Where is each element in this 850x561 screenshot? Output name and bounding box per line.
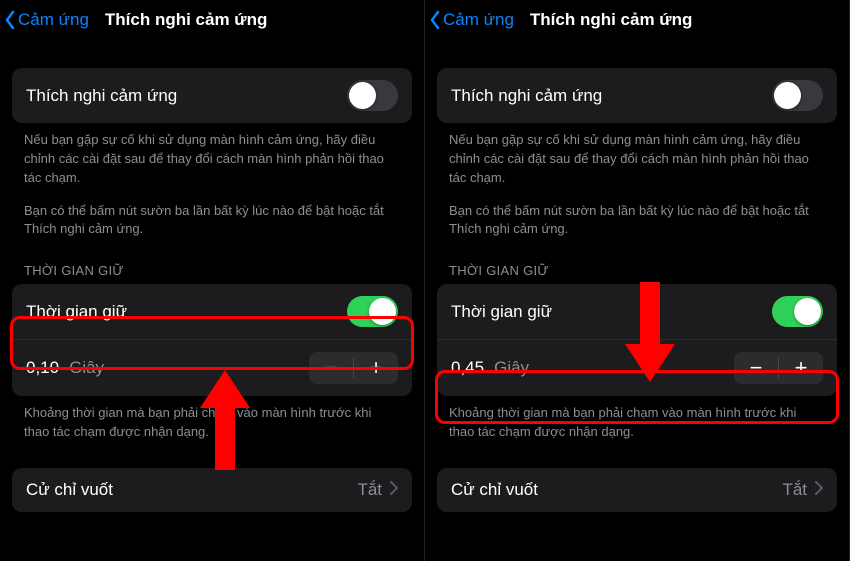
pane-right: Cảm ứng Thích nghi cảm ứng Thích nghi cả…: [425, 0, 850, 561]
hold-duration-value: 0,10 Giây: [26, 358, 104, 378]
hold-duration-unit: Giây: [69, 358, 104, 378]
back-label: Cảm ứng: [18, 10, 89, 30]
touch-accommodation-cell: Thích nghi cảm ứng: [12, 68, 412, 123]
touch-accommodation-cell: Thích nghi cảm ứng: [437, 68, 837, 123]
swipe-gestures-label: Cử chỉ vuốt: [451, 480, 538, 500]
hold-duration-value: 0,45 Giây: [451, 358, 529, 378]
hold-duration-stepper: − +: [309, 352, 398, 384]
hold-duration-value-row: 0,45 Giây − +: [437, 340, 837, 396]
hold-duration-number: 0,45: [451, 358, 484, 378]
stepper-minus-button[interactable]: −: [309, 352, 353, 384]
touch-accommodation-desc2: Bạn có thể bấm nút sườn ba lần bất kỳ lú…: [425, 188, 849, 240]
touch-accommodation-switch[interactable]: [347, 80, 398, 111]
hold-duration-stepper: − +: [734, 352, 823, 384]
touch-accommodation-desc1: Nếu bạn gặp sự cố khi sử dụng màn hình c…: [0, 123, 424, 188]
pane-left: Cảm ứng Thích nghi cảm ứng Thích nghi cả…: [0, 0, 425, 561]
hold-duration-header: THỜI GIAN GIỮ: [0, 239, 424, 284]
hold-duration-switch[interactable]: [772, 296, 823, 327]
hold-duration-group: Thời gian giữ 0,45 Giây − +: [437, 284, 837, 396]
chevron-right-icon: [390, 480, 398, 500]
navbar: Cảm ứng Thích nghi cảm ứng: [0, 0, 424, 40]
stepper-plus-button[interactable]: +: [354, 352, 398, 384]
hold-duration-group: Thời gian giữ 0,10 Giây − +: [12, 284, 412, 396]
hold-duration-header: THỜI GIAN GIỮ: [425, 239, 849, 284]
hold-duration-switch[interactable]: [347, 296, 398, 327]
hold-duration-label: Thời gian giữ: [26, 302, 127, 322]
swipe-gestures-label: Cử chỉ vuốt: [26, 480, 113, 500]
swipe-gestures-value: Tắt: [357, 480, 382, 500]
hold-duration-label: Thời gian giữ: [451, 302, 552, 322]
hold-duration-desc: Khoảng thời gian mà bạn phải chạm vào mà…: [425, 396, 849, 442]
chevron-right-icon: [815, 480, 823, 500]
hold-duration-unit: Giây: [494, 358, 529, 378]
hold-duration-value-row: 0,10 Giây − +: [12, 340, 412, 396]
page-title: Thích nghi cảm ứng: [530, 10, 692, 30]
page-title: Thích nghi cảm ứng: [105, 10, 267, 30]
stepper-plus-button[interactable]: +: [779, 352, 823, 384]
swipe-gestures-value: Tắt: [782, 480, 807, 500]
hold-duration-desc: Khoảng thời gian mà bạn phải chạm vào mà…: [0, 396, 424, 442]
stepper-minus-button[interactable]: −: [734, 352, 778, 384]
swipe-gestures-right: Tắt: [782, 480, 823, 500]
hold-duration-row: Thời gian giữ: [437, 284, 837, 340]
swipe-gestures-cell[interactable]: Cử chỉ vuốt Tắt: [12, 468, 412, 512]
touch-accommodation-switch[interactable]: [772, 80, 823, 111]
back-button[interactable]: Cảm ứng: [4, 10, 89, 30]
hold-duration-row: Thời gian giữ: [12, 284, 412, 340]
touch-accommodation-label: Thích nghi cảm ứng: [26, 86, 177, 106]
chevron-left-icon: [4, 10, 16, 30]
touch-accommodation-label: Thích nghi cảm ứng: [451, 86, 602, 106]
chevron-left-icon: [429, 10, 441, 30]
navbar: Cảm ứng Thích nghi cảm ứng: [425, 0, 849, 40]
back-label: Cảm ứng: [443, 10, 514, 30]
swipe-gestures-right: Tắt: [357, 480, 398, 500]
touch-accommodation-desc2: Bạn có thể bấm nút sườn ba lần bất kỳ lú…: [0, 188, 424, 240]
touch-accommodation-desc1: Nếu bạn gặp sự cố khi sử dụng màn hình c…: [425, 123, 849, 188]
back-button[interactable]: Cảm ứng: [429, 10, 514, 30]
hold-duration-number: 0,10: [26, 358, 59, 378]
swipe-gestures-cell[interactable]: Cử chỉ vuốt Tắt: [437, 468, 837, 512]
